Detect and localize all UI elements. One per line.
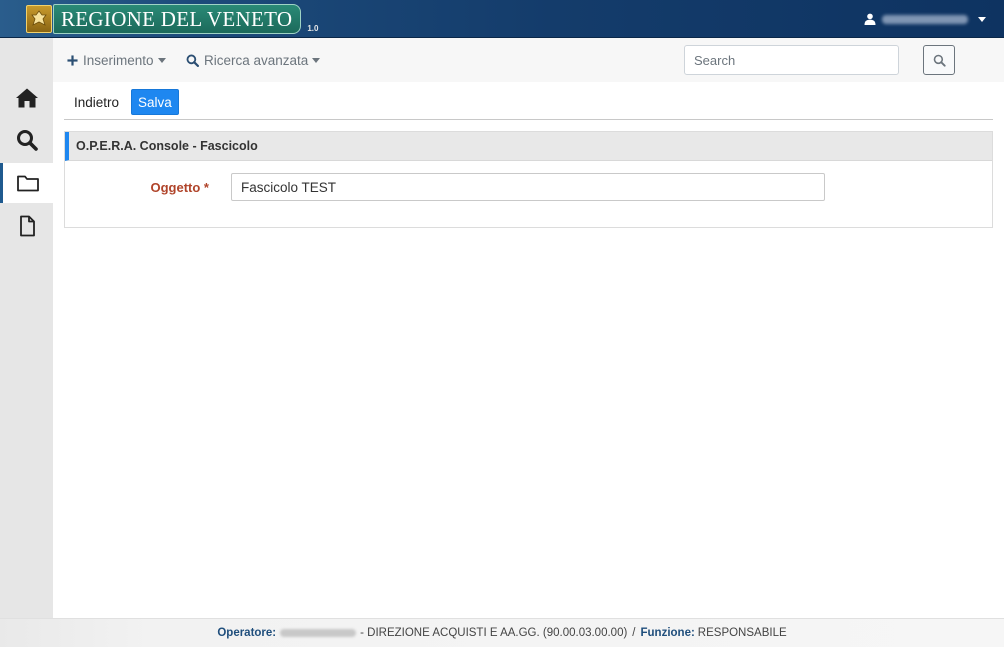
user-menu[interactable] [864, 0, 986, 38]
search-icon [16, 130, 38, 151]
search-icon [186, 54, 199, 67]
operator-office: - DIREZIONE ACQUISTI E AA.GG. (90.00.03.… [360, 627, 628, 639]
brand-logo[interactable]: REGIONE DEL VENETO 1.0 [26, 4, 318, 34]
chevron-down-icon [312, 57, 321, 63]
brand-title: REGIONE DEL VENETO [53, 4, 302, 34]
file-icon [19, 215, 35, 237]
operator-name [280, 629, 357, 637]
user-name [882, 14, 968, 24]
oggetto-field[interactable] [231, 173, 825, 201]
fascicolo-panel: O.P.E.R.A. Console - Fascicolo Oggetto * [64, 131, 993, 228]
sidebar-item-folder[interactable] [0, 163, 53, 203]
footer-separator: / [632, 627, 636, 639]
lion-emblem-icon [26, 5, 52, 33]
top-header: REGIONE DEL VENETO 1.0 [0, 0, 1004, 38]
search-icon [933, 54, 946, 67]
app-version: 1.0 [307, 23, 319, 33]
main-content: Inserimento Ricerca avanzata Indietro Sa… [53, 38, 1004, 618]
operator-label: Operatore: [217, 627, 277, 639]
search-input[interactable] [684, 45, 899, 75]
oggetto-label: Oggetto * [150, 180, 210, 195]
menu-bar: Inserimento Ricerca avanzata [53, 38, 1004, 82]
sidebar-item-document[interactable] [0, 206, 53, 246]
inserimento-label: Inserimento [83, 52, 154, 68]
sidebar [0, 38, 53, 618]
ricerca-avanzata-menu[interactable]: Ricerca avanzata [186, 38, 321, 82]
chevron-down-icon [978, 16, 986, 22]
folder-icon [17, 175, 39, 192]
function-label: Funzione: [640, 627, 695, 639]
ricerca-label: Ricerca avanzata [204, 52, 309, 68]
save-button[interactable]: Salva [131, 89, 179, 115]
chevron-down-icon [157, 57, 166, 63]
plus-icon [67, 54, 78, 66]
status-footer: Operatore: - DIREZIONE ACQUISTI E AA.GG.… [0, 618, 1004, 647]
action-bar: Indietro Salva [64, 82, 993, 120]
function-value: RESPONSABILE [697, 627, 787, 639]
panel-title: O.P.E.R.A. Console - Fascicolo [65, 132, 992, 161]
inserimento-menu[interactable]: Inserimento [67, 38, 166, 82]
back-button[interactable]: Indietro [68, 89, 125, 115]
home-icon [15, 88, 38, 108]
sidebar-item-home[interactable] [0, 78, 53, 118]
user-icon [864, 13, 876, 25]
search-button[interactable] [923, 45, 955, 75]
sidebar-item-search[interactable] [0, 120, 53, 160]
